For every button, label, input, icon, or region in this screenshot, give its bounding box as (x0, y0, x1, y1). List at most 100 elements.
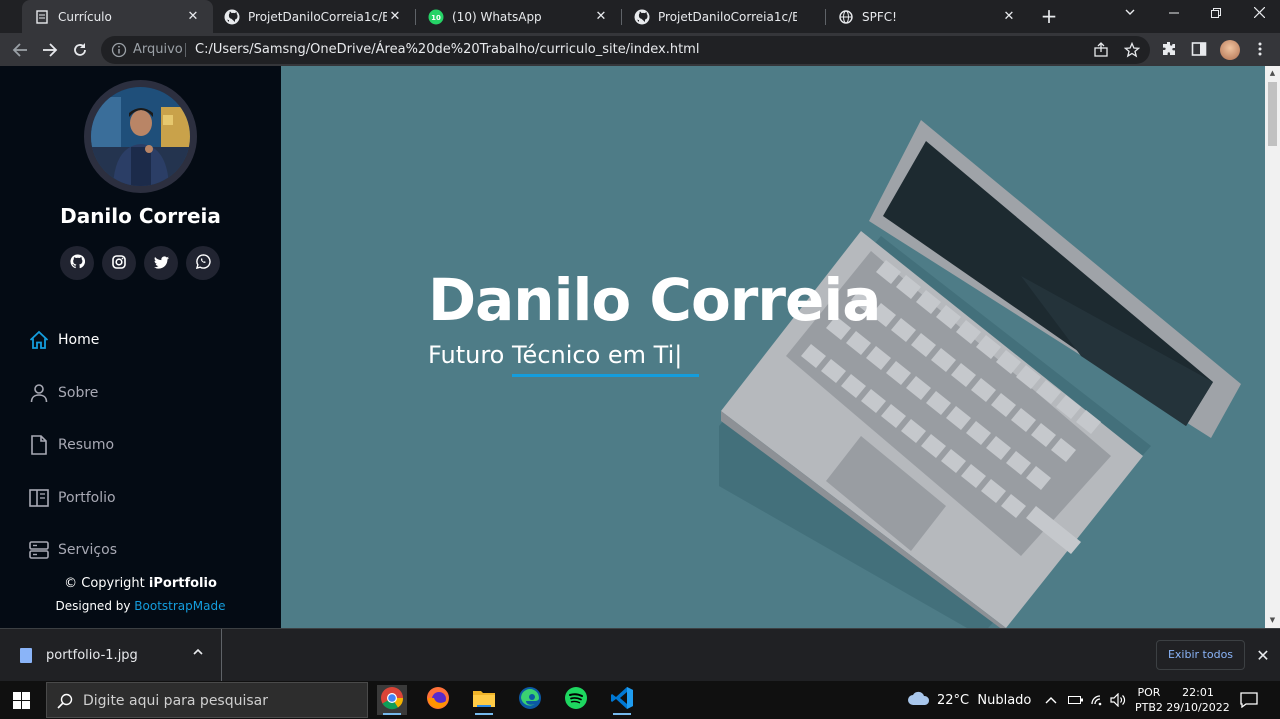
minimize-icon[interactable] (1152, 0, 1196, 30)
scroll-down-icon[interactable]: ▼ (1268, 616, 1277, 624)
download-item[interactable]: portfolio-1.jpg (0, 629, 222, 681)
edge-icon (518, 686, 542, 714)
share-icon[interactable] (1093, 42, 1109, 58)
taskbar-spotify[interactable] (561, 685, 591, 715)
vscode-icon (610, 686, 634, 714)
tab-spfc[interactable]: SPFC! ✕ (826, 0, 1029, 33)
globe-icon (838, 9, 854, 25)
instagram-link[interactable] (102, 246, 136, 280)
tab-github-1[interactable]: ProjetDaniloCorreia1c/Bootst ✕ (212, 0, 415, 33)
hero-subtitle: Futuro Técnico em Ti| (428, 341, 682, 369)
hero-section: Danilo Correia Futuro Técnico em Ti| (281, 66, 1265, 628)
taskbar-chrome[interactable] (377, 685, 407, 715)
forward-icon[interactable] (39, 39, 61, 61)
bootstrapmade-link[interactable]: BootstrapMade (134, 599, 225, 613)
close-tab-icon[interactable]: ✕ (185, 9, 201, 24)
windows-start-icon[interactable] (13, 692, 30, 709)
more-menu-icon[interactable] (1252, 41, 1270, 59)
nav-item-servicos[interactable]: Serviços (28, 524, 117, 577)
nav-item-portfolio[interactable]: Portfolio (28, 472, 117, 525)
nav-item-resumo[interactable]: Resumo (28, 419, 117, 472)
url-text[interactable]: C:/Users/Samsng/OneDrive/Área%20de%20Tra… (195, 42, 699, 57)
whatsapp-icon: 10 (428, 9, 444, 25)
language-indicator[interactable]: POR PTB2 (1135, 681, 1163, 719)
close-window-icon[interactable] (1237, 0, 1280, 30)
taskbar-vscode[interactable] (607, 685, 637, 715)
omnibox-divider (185, 43, 186, 57)
home-icon (28, 329, 50, 351)
chevron-up-icon[interactable] (192, 646, 208, 662)
restore-icon[interactable] (1194, 0, 1238, 30)
copyright-brand: iPortfolio (148, 576, 217, 591)
search-icon (57, 693, 73, 709)
running-indicator (475, 713, 493, 715)
active-indicator (383, 713, 401, 715)
scroll-up-icon[interactable]: ▲ (1268, 69, 1277, 77)
copyright-prefix: © Copyright (64, 576, 149, 591)
book-icon (28, 487, 50, 509)
page-scrollbar[interactable]: ▲ ▼ (1265, 66, 1280, 628)
whatsapp-icon (195, 253, 211, 273)
profile-photo (84, 80, 197, 193)
new-tab-button[interactable]: + (1039, 5, 1059, 27)
nav-item-home[interactable]: Home (28, 314, 117, 367)
typing-cursor: | (674, 341, 683, 369)
nav-label: Resumo (58, 437, 115, 454)
notifications-icon[interactable] (1240, 681, 1258, 719)
hero-title: Danilo Correia (428, 266, 881, 334)
taskbar-file-explorer[interactable] (469, 685, 499, 715)
tab-title: ProjetDaniloCorreia1c/Bootst (248, 9, 387, 24)
twitter-link[interactable] (144, 246, 178, 280)
profile-avatar[interactable] (1220, 40, 1240, 60)
cloud-icon (907, 690, 931, 710)
copyright-line: © Copyright iPortfolio (0, 572, 281, 595)
volume-icon[interactable] (1110, 681, 1126, 719)
tab-search-icon[interactable] (1108, 0, 1152, 30)
spotify-icon (564, 686, 588, 714)
hero-underline (512, 374, 699, 377)
show-all-downloads-button[interactable]: Exibir todos (1156, 640, 1245, 670)
back-icon[interactable] (9, 39, 31, 61)
taskbar-firefox[interactable] (423, 685, 453, 715)
tab-curriculo[interactable]: Currículo ✕ (22, 0, 213, 33)
credits: © Copyright iPortfolio Designed by Boots… (0, 572, 281, 618)
close-downloads-icon[interactable]: ✕ (1255, 646, 1271, 665)
reload-icon[interactable] (69, 39, 91, 61)
taskbar-search[interactable]: Digite aqui para pesquisar (46, 682, 368, 718)
side-panel-icon[interactable] (1191, 41, 1209, 59)
wifi-icon[interactable] (1090, 681, 1106, 719)
browser-toolbar: Arquivo C:/Users/Samsng/OneDrive/Área%20… (0, 33, 1280, 66)
close-tab-icon[interactable]: ✕ (593, 9, 609, 24)
extensions-icon[interactable] (1161, 41, 1179, 59)
designed-line: Designed by BootstrapMade (0, 595, 281, 618)
info-icon[interactable] (111, 42, 127, 58)
tab-github-2[interactable]: ProjetDaniloCorreia1c/Bootst (622, 0, 825, 33)
profile-name: Danilo Correia (60, 204, 221, 228)
folder-icon (472, 688, 496, 712)
page-viewport: Danilo Correia Home Sobre Resumo Portfol… (0, 66, 1280, 628)
whatsapp-link[interactable] (186, 246, 220, 280)
search-placeholder: Digite aqui para pesquisar (83, 693, 269, 709)
taskbar-edge[interactable] (515, 685, 545, 715)
instagram-icon (112, 254, 126, 273)
battery-icon[interactable] (1068, 681, 1084, 719)
nav-label: Sobre (58, 384, 99, 401)
close-tab-icon[interactable]: ✕ (387, 9, 403, 24)
address-bar[interactable]: Arquivo C:/Users/Samsng/OneDrive/Área%20… (101, 36, 1150, 64)
security-label: Arquivo (133, 42, 183, 57)
show-hidden-icons[interactable] (1044, 681, 1058, 719)
clock[interactable]: 22:01 29/10/2022 (1166, 681, 1229, 719)
image-file-icon (20, 648, 32, 663)
nav-item-sobre[interactable]: Sobre (28, 367, 117, 420)
github-link[interactable] (60, 246, 94, 280)
tab-whatsapp[interactable]: 10 (10) WhatsApp ✕ (416, 0, 621, 33)
scroll-thumb[interactable] (1268, 82, 1277, 146)
designed-prefix: Designed by (55, 599, 135, 613)
close-tab-icon[interactable]: ✕ (1001, 9, 1017, 24)
weather-widget[interactable]: 22°C Nublado (907, 681, 1031, 719)
language-code: POR (1137, 686, 1161, 699)
downloads-bar: portfolio-1.jpg Exibir todos ✕ (0, 628, 1280, 681)
windows-taskbar: Digite aqui para pesquisar 22°C Nublado … (0, 681, 1280, 719)
github-icon (69, 253, 85, 273)
bookmark-star-icon[interactable] (1123, 41, 1141, 58)
